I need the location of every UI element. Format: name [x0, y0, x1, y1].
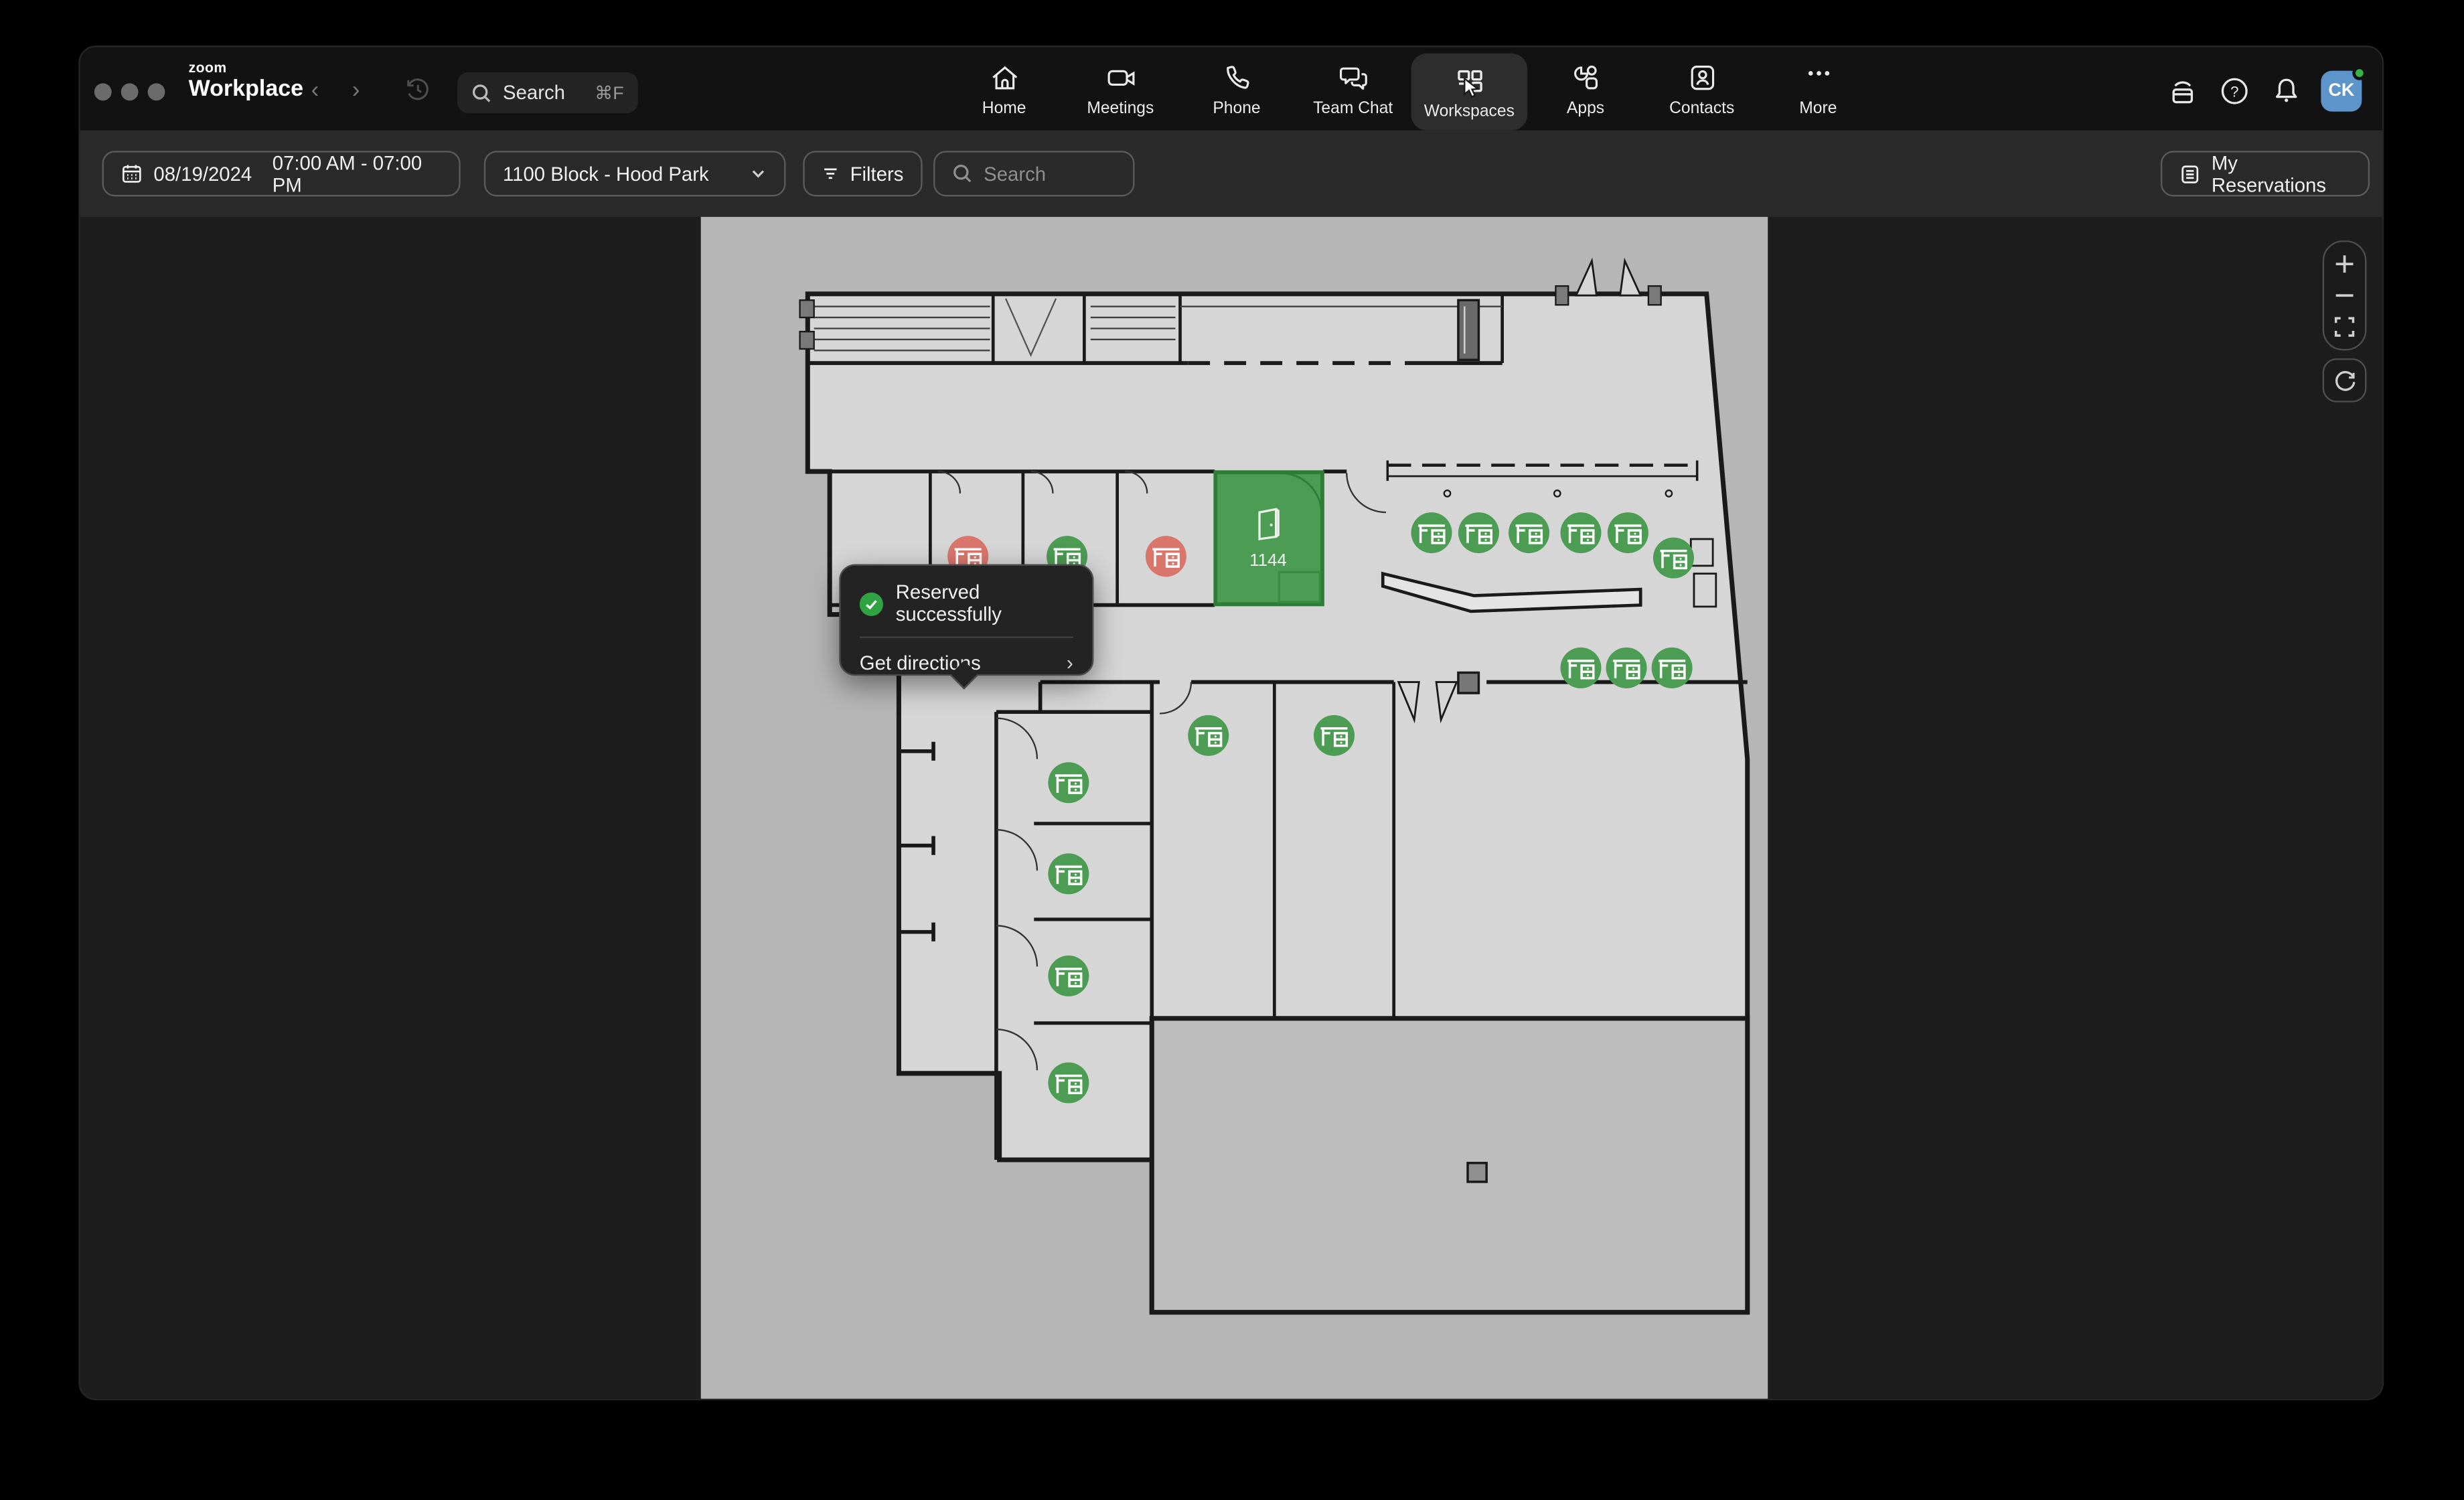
- tab-team-chat[interactable]: Team Chat: [1295, 47, 1411, 130]
- desk-marker-available[interactable]: [1048, 956, 1089, 996]
- reservation-status-text: Reserved successfully: [896, 581, 1073, 625]
- room-1144[interactable]: 1144: [1215, 472, 1322, 604]
- chevron-down-icon: [749, 165, 767, 182]
- map-search-input[interactable]: Search: [933, 151, 1134, 196]
- logo-zoom: zoom: [189, 62, 304, 76]
- global-search-input[interactable]: Search ⌘F: [457, 72, 638, 113]
- filter-toolbar: 08/19/2024 07:00 AM - 07:00 PM 1100 Bloc…: [80, 131, 2382, 217]
- desk-marker-available[interactable]: [1048, 853, 1089, 894]
- desk-marker-available[interactable]: [1188, 715, 1229, 756]
- app-window: zoom Workplace ‹ › Search ⌘F Home: [78, 46, 2384, 1400]
- success-check-icon: [860, 592, 883, 615]
- titlebar-right-icons: ? CK: [2165, 71, 2362, 112]
- wall-marker: [1458, 672, 1479, 693]
- map-refresh-button[interactable]: [2323, 358, 2367, 402]
- reservations-list-icon: [2179, 163, 2200, 185]
- room-label: 1144: [1249, 551, 1286, 570]
- tab-home[interactable]: Home: [946, 47, 1063, 130]
- desk-marker-available[interactable]: [1606, 648, 1647, 688]
- fullscreen-button[interactable]: [2333, 316, 2356, 338]
- notifications-bell-icon[interactable]: [2269, 74, 2304, 108]
- location-dropdown[interactable]: 1100 Block - Hood Park: [484, 151, 786, 196]
- desk-marker-available[interactable]: [1458, 512, 1499, 553]
- search-label: Search: [503, 82, 565, 104]
- meetings-icon: [1104, 60, 1137, 93]
- apps-icon: [1569, 60, 1602, 93]
- cursor-icon: [1463, 77, 1482, 99]
- team-chat-icon: [1336, 60, 1369, 93]
- map-area: 1144: [80, 217, 2382, 1400]
- window-close-button[interactable]: [94, 83, 112, 100]
- desk-marker-unavailable[interactable]: [1146, 536, 1186, 577]
- connect-device-icon[interactable]: [2165, 74, 2200, 108]
- desk-marker-available[interactable]: [1048, 762, 1089, 803]
- tab-workspaces[interactable]: Workspaces: [1411, 54, 1528, 131]
- tab-phone[interactable]: Phone: [1178, 47, 1295, 130]
- zoom-out-button[interactable]: [2333, 285, 2356, 307]
- map-search-placeholder: Search: [984, 163, 1046, 185]
- logo-workplace: Workplace: [189, 78, 304, 101]
- phone-icon: [1220, 60, 1253, 93]
- tab-contacts[interactable]: Contacts: [1644, 47, 1760, 130]
- filters-label: Filters: [850, 163, 904, 185]
- help-icon[interactable]: ?: [2217, 74, 2252, 108]
- history-icon[interactable]: [404, 76, 432, 108]
- tab-apps[interactable]: Apps: [1527, 47, 1644, 130]
- desk-marker-available[interactable]: [1411, 512, 1452, 553]
- large-room: [1152, 1019, 1747, 1312]
- status-online-dot: [2352, 66, 2366, 80]
- desk-marker-available[interactable]: [1509, 512, 1549, 553]
- my-reservations-label: My Reservations: [2212, 151, 2351, 196]
- back-icon[interactable]: ‹: [311, 78, 319, 102]
- svg-text:?: ?: [2230, 84, 2238, 100]
- app-logo: zoom Workplace: [189, 62, 304, 102]
- contacts-icon: [1685, 60, 1718, 93]
- desk-marker-available[interactable]: [1653, 538, 1694, 579]
- refresh-icon: [2333, 368, 2356, 392]
- filters-button[interactable]: Filters: [803, 151, 922, 196]
- title-bar: zoom Workplace ‹ › Search ⌘F Home: [80, 47, 2382, 130]
- elevator-shaft: [1458, 300, 1479, 360]
- chevron-right-icon: ›: [1067, 651, 1073, 674]
- filter-icon: [822, 163, 839, 184]
- screen: zoom Workplace ‹ › Search ⌘F Home: [0, 0, 2464, 1499]
- window-minimize-button[interactable]: [121, 83, 139, 100]
- forward-icon[interactable]: ›: [352, 78, 360, 102]
- search-icon: [952, 163, 973, 184]
- reservation-popover: Reserved successfully Get directions ›: [839, 565, 1093, 676]
- floor-plan-canvas[interactable]: 1144: [701, 217, 1768, 1400]
- right-fixtures: [1691, 539, 1716, 607]
- search-shortcut: ⌘F: [595, 82, 623, 104]
- zoom-in-button[interactable]: [2333, 253, 2356, 275]
- desk-marker-available[interactable]: [1560, 512, 1601, 553]
- desk-marker-available[interactable]: [1652, 648, 1693, 688]
- floor-plan: 1144: [701, 217, 1768, 1400]
- calendar-icon: [121, 162, 143, 185]
- desk-marker-available[interactable]: [1048, 1063, 1089, 1104]
- tab-meetings[interactable]: Meetings: [1063, 47, 1179, 130]
- home-icon: [988, 60, 1020, 93]
- date-time-picker[interactable]: 08/19/2024 07:00 AM - 07:00 PM: [102, 151, 461, 196]
- window-zoom-button[interactable]: [148, 83, 165, 100]
- more-icon: [1802, 60, 1835, 93]
- my-reservations-button[interactable]: My Reservations: [2161, 151, 2370, 196]
- time-range-value: 07:00 AM - 07:00 PM: [273, 151, 442, 196]
- reservation-status-row: Reserved successfully: [841, 566, 1093, 637]
- desk-marker-available[interactable]: [1608, 512, 1648, 553]
- column-marker: [1468, 1163, 1486, 1182]
- date-value: 08/19/2024: [153, 163, 252, 185]
- map-zoom-controls: [2323, 240, 2367, 350]
- tab-more[interactable]: More: [1760, 47, 1877, 130]
- search-icon: [471, 82, 492, 103]
- desk-marker-available[interactable]: [1560, 648, 1601, 688]
- desk-marker-available[interactable]: [1314, 715, 1355, 756]
- main-nav: Home Meetings Phone Team Chat: [946, 47, 1876, 130]
- location-value: 1100 Block - Hood Park: [503, 163, 709, 185]
- account-avatar[interactable]: CK: [2321, 71, 2362, 112]
